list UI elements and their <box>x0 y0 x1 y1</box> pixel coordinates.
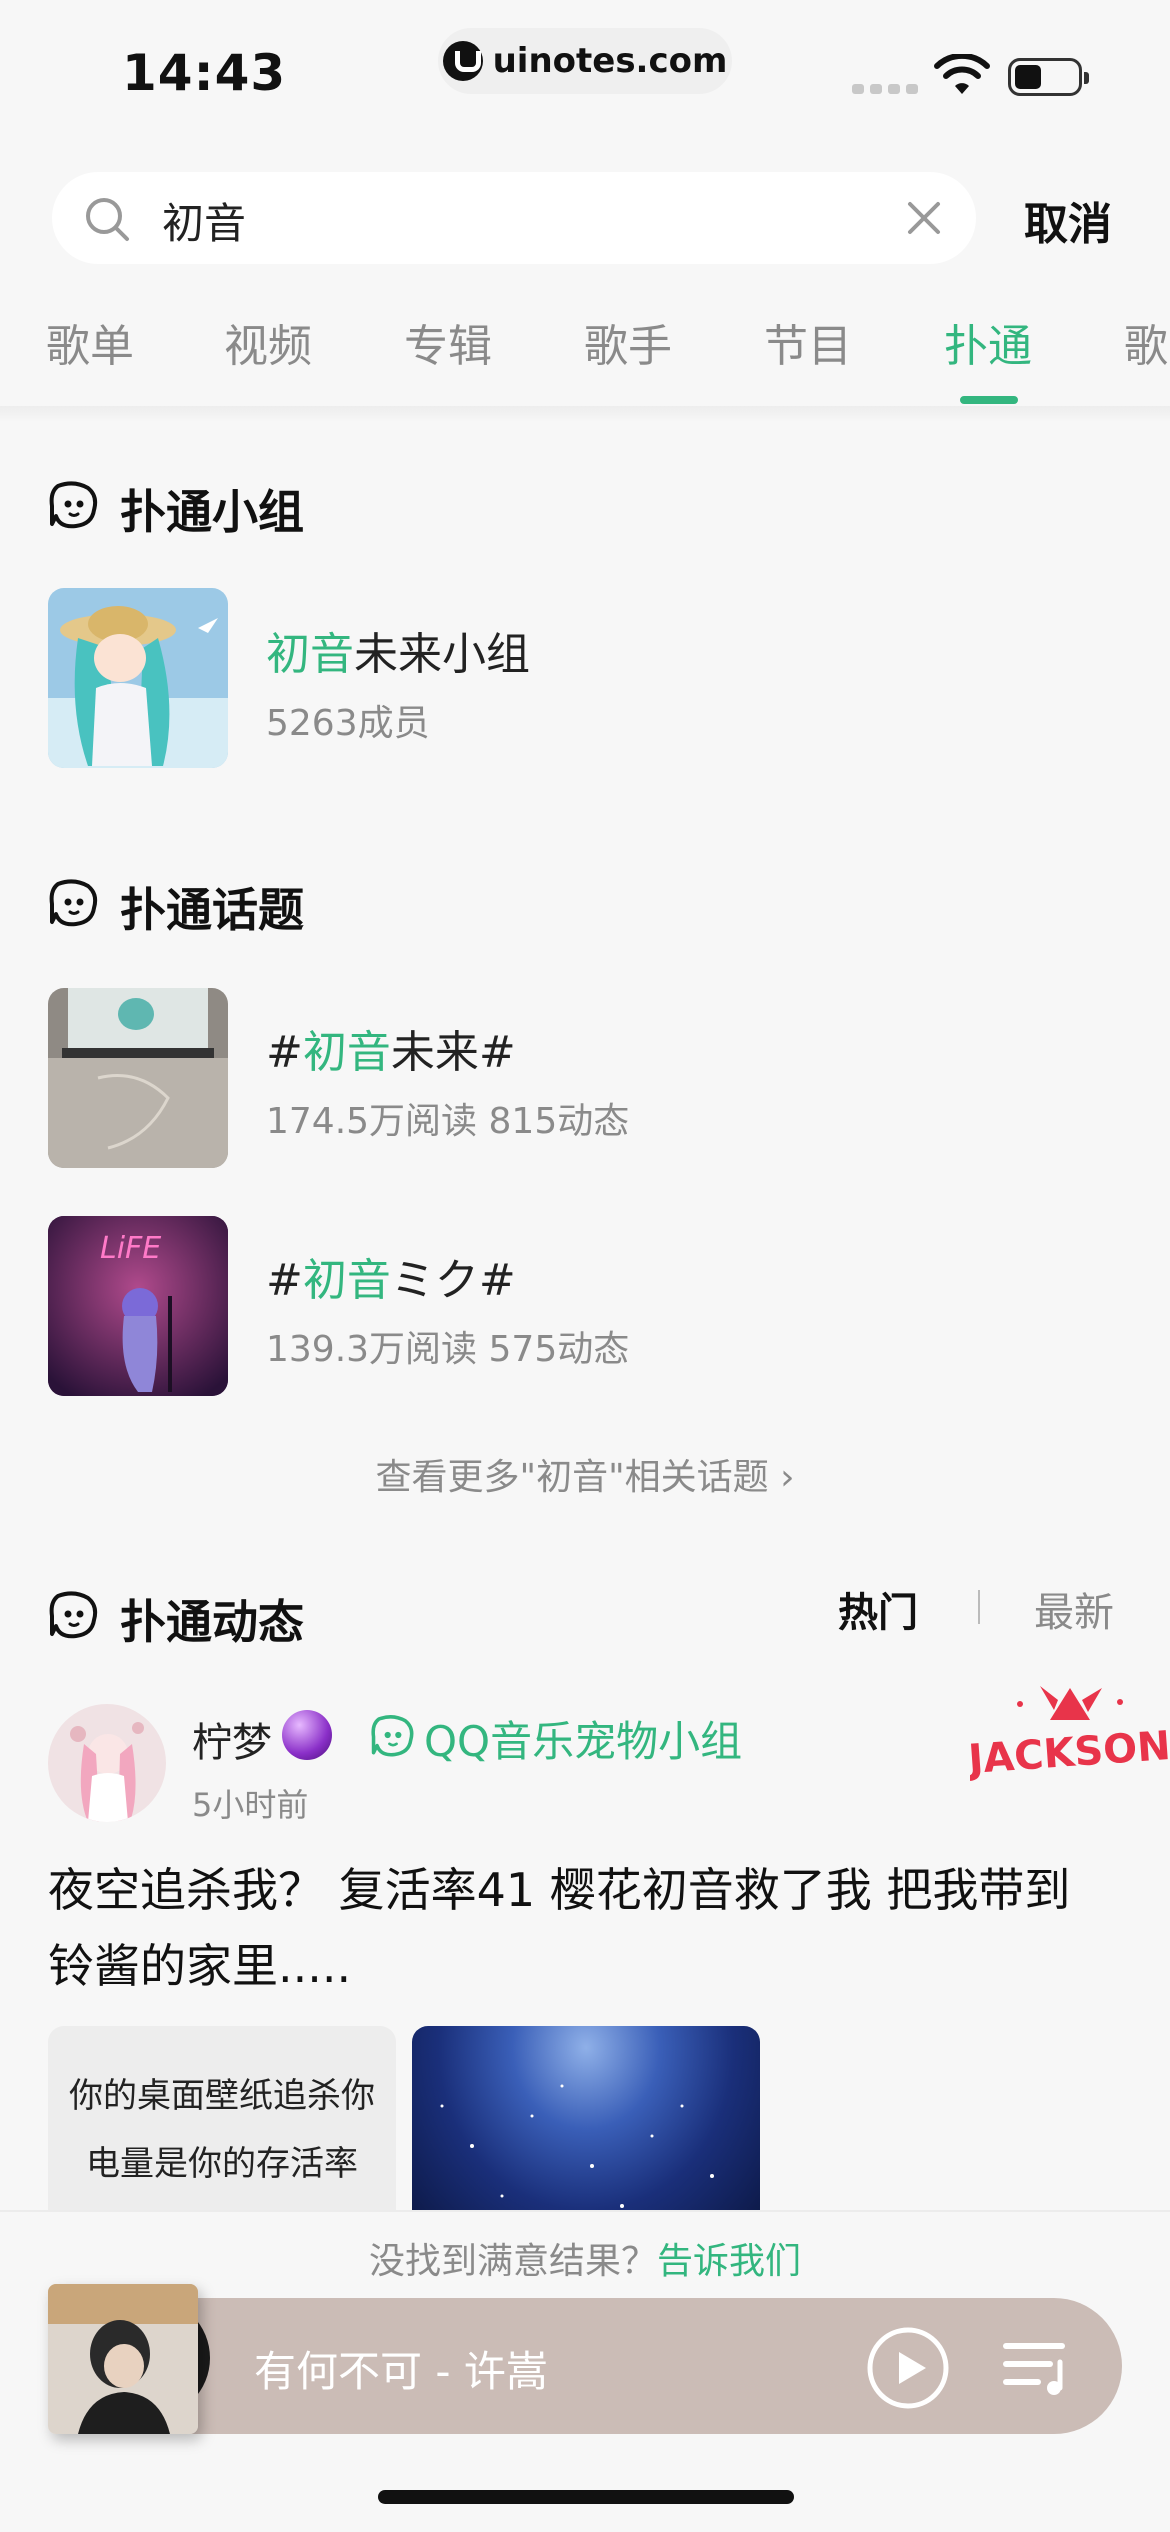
sort-new-button[interactable]: 最新 <box>1034 1580 1114 1638</box>
tab-program[interactable]: 节目 <box>764 310 852 374</box>
section-title-feed: 扑通动态 <box>120 1595 304 1649</box>
putong-logo-icon <box>49 481 98 529</box>
group-name[interactable]: 初音未来小组 <box>266 618 530 682</box>
section-title-groups: 扑通小组 <box>120 485 304 539</box>
post-time: 5小时前 <box>192 1786 309 1824</box>
album-cover[interactable] <box>48 2284 198 2434</box>
battery-icon <box>1008 58 1089 96</box>
search-query[interactable]: 初音 <box>162 190 246 251</box>
tab-playlist[interactable]: 歌单 <box>46 310 134 374</box>
tab-bar: 歌单 视频 专辑 歌手 节目 扑通 歌 <box>0 310 1170 410</box>
post-text[interactable]: 夜空追杀我？ 复活率41 樱花初音救了我 把我带到铃酱的家里..... <box>48 1852 1108 2004</box>
sort-hot-button[interactable]: 热门 <box>838 1580 918 1638</box>
svg-text:JACKSON: JACKSON <box>970 1723 1170 1783</box>
wifi-icon <box>934 54 990 94</box>
svg-text:LiFE: LiFE <box>100 1231 161 1266</box>
post-group-link[interactable]: QQ音乐宠物小组 <box>424 1708 742 1769</box>
post-image-caption: 你的桌面壁纸追杀你 <box>69 2076 375 2116</box>
post-image[interactable]: 你的桌面壁纸追杀你 电量是你的存活率 <box>48 2026 396 2240</box>
home-indicator <box>378 2490 794 2504</box>
topic-thumbnail[interactable] <box>48 988 228 1168</box>
more-topics-link[interactable]: 查看更多"初音"相关话题 › <box>0 1448 1170 1500</box>
tab-singer[interactable]: 歌手 <box>584 310 672 374</box>
sort-divider <box>978 1590 980 1624</box>
play-button[interactable] <box>866 2326 950 2410</box>
feedback-text: 没找到满意结果？告诉我们 <box>368 2241 802 2282</box>
putong-logo-icon <box>49 879 98 927</box>
post-image[interactable] <box>412 2026 760 2240</box>
search-icon <box>86 198 129 241</box>
group-thumbnail[interactable] <box>48 588 228 768</box>
topic-stats: 174.5万阅读 815动态 <box>266 1101 630 1142</box>
cellular-signal-icon <box>852 84 918 94</box>
avatar[interactable] <box>48 1704 166 1822</box>
topic-title[interactable]: #初音ミク# <box>266 1244 516 1308</box>
tabs-divider <box>0 406 1170 422</box>
tab-lyrics[interactable]: 歌 <box>1124 310 1168 374</box>
tab-putong[interactable]: 扑通 <box>944 310 1032 374</box>
jackson-badge: JACKSON <box>970 1686 1170 1783</box>
post-image-caption: 电量是你的存活率 <box>86 2144 358 2184</box>
tab-video[interactable]: 视频 <box>224 310 312 374</box>
crystal-ball-icon <box>282 1710 332 1760</box>
feedback-link[interactable]: 告诉我们 <box>657 2241 801 2282</box>
tab-album[interactable]: 专辑 <box>404 310 492 374</box>
url-pill[interactable]: uinotes.com <box>438 28 732 94</box>
section-title-topics: 扑通话题 <box>120 883 304 937</box>
topic-thumbnail[interactable]: LiFE <box>48 1216 228 1396</box>
group-icon <box>371 1715 414 1757</box>
now-playing-title[interactable]: 有何不可 - 许嵩 <box>254 2338 548 2399</box>
post-username[interactable]: 柠梦 <box>192 1710 272 1768</box>
active-tab-indicator <box>960 396 1018 404</box>
putong-logo-icon <box>49 1591 98 1639</box>
status-time: 14:43 <box>122 44 287 102</box>
topic-title[interactable]: #初音未来# <box>266 1016 516 1080</box>
cancel-button[interactable]: 取消 <box>1024 188 1112 252</box>
chevron-right-icon: › <box>768 1457 795 1498</box>
topic-stats: 139.3万阅读 575动态 <box>266 1329 630 1370</box>
playlist-icon[interactable] <box>1002 2336 1072 2400</box>
close-icon[interactable] <box>904 198 944 238</box>
group-members: 5263成员 <box>266 703 430 744</box>
site-logo-icon <box>442 41 483 81</box>
url-text: uinotes.com <box>492 41 728 81</box>
